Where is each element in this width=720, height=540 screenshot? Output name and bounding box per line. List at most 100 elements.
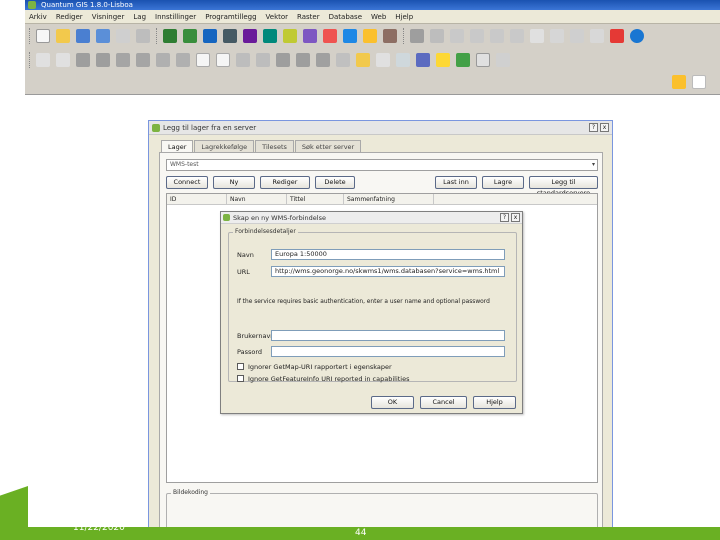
chevron-down-icon[interactable]: ▾ bbox=[592, 160, 595, 170]
cut-features-icon[interactable] bbox=[156, 53, 170, 67]
pin-labels-icon[interactable] bbox=[376, 53, 390, 67]
add-part-icon[interactable] bbox=[256, 53, 270, 67]
plugin-arrow-icon[interactable] bbox=[692, 75, 706, 89]
column-name[interactable]: Navn bbox=[227, 194, 287, 205]
add-default-servers-button[interactable]: Legg til standardservere bbox=[529, 176, 598, 197]
add-raster-layer-icon[interactable] bbox=[183, 29, 197, 43]
composer-manager-icon[interactable] bbox=[136, 29, 150, 43]
new-button[interactable]: Ny bbox=[213, 176, 255, 189]
text-annotation-icon[interactable] bbox=[456, 53, 470, 67]
web-icon[interactable] bbox=[630, 29, 644, 43]
add-wcs-layer-icon[interactable] bbox=[303, 29, 317, 43]
delete-button[interactable]: Delete bbox=[315, 176, 355, 189]
help-button[interactable]: Hjelp bbox=[473, 396, 516, 409]
toolbar-grip[interactable] bbox=[403, 28, 406, 44]
load-button[interactable]: Last inn bbox=[435, 176, 477, 189]
add-vector-layer-icon[interactable] bbox=[163, 29, 177, 43]
print-composer-icon[interactable] bbox=[116, 29, 130, 43]
pan-icon[interactable] bbox=[410, 29, 424, 43]
menu-item-raster[interactable]: Raster bbox=[297, 13, 320, 21]
menu-item-database[interactable]: Database bbox=[329, 13, 362, 21]
add-postgis-layer-icon[interactable] bbox=[203, 29, 217, 43]
remove-layer-icon[interactable] bbox=[383, 29, 397, 43]
split-features-icon[interactable] bbox=[316, 53, 330, 67]
menu-item-help[interactable]: Hjelp bbox=[395, 13, 413, 21]
merge-features-icon[interactable] bbox=[336, 53, 350, 67]
tab-server-search[interactable]: Søk etter server bbox=[294, 140, 362, 152]
menu-item-edit[interactable]: Rediger bbox=[56, 13, 83, 21]
toolbar-grip[interactable] bbox=[156, 28, 159, 44]
close-icon[interactable]: x bbox=[511, 213, 520, 222]
offset-curve-icon[interactable] bbox=[296, 53, 310, 67]
plugin-icon[interactable] bbox=[672, 75, 686, 89]
tab-tilesets[interactable]: Tilesets bbox=[255, 140, 294, 152]
zoom-out-icon[interactable] bbox=[470, 29, 484, 43]
node-tool-icon[interactable] bbox=[116, 53, 130, 67]
cancel-button[interactable]: Cancel bbox=[420, 396, 467, 409]
redo-icon[interactable] bbox=[56, 53, 70, 67]
zoom-in-icon[interactable] bbox=[450, 29, 464, 43]
measure-icon[interactable] bbox=[590, 29, 604, 43]
add-feature-icon[interactable] bbox=[76, 53, 90, 67]
refresh-icon[interactable] bbox=[550, 29, 564, 43]
help-icon[interactable]: ? bbox=[500, 213, 509, 222]
zoom-layer-icon[interactable] bbox=[510, 29, 524, 43]
annotation-icon[interactable] bbox=[436, 53, 450, 67]
save-as-icon[interactable] bbox=[96, 29, 110, 43]
zoom-last-icon[interactable] bbox=[530, 29, 544, 43]
tab-layers[interactable]: Lager bbox=[161, 140, 194, 152]
paste-features-icon[interactable] bbox=[196, 53, 210, 67]
server-select[interactable]: WMS-test ▾ bbox=[166, 159, 598, 171]
ignore-getfeatureinfo-checkbox[interactable] bbox=[237, 375, 244, 382]
connect-button[interactable]: Connect bbox=[166, 176, 208, 189]
copy-features-icon[interactable] bbox=[176, 53, 190, 67]
menu-item-settings[interactable]: Innstillinger bbox=[155, 13, 196, 21]
add-mssql-layer-icon[interactable] bbox=[243, 29, 257, 43]
delete-selected-icon[interactable] bbox=[136, 53, 150, 67]
save-project-icon[interactable] bbox=[76, 29, 90, 43]
ok-button[interactable]: OK bbox=[371, 396, 414, 409]
add-spatialite-layer-icon[interactable] bbox=[223, 29, 237, 43]
menu-item-plugins[interactable]: Programtillegg bbox=[205, 13, 256, 21]
new-shapefile-icon[interactable] bbox=[363, 29, 377, 43]
menu-item-file[interactable]: Arkiv bbox=[29, 13, 47, 21]
tab-layer-order[interactable]: Lagrekkefølge bbox=[194, 140, 255, 152]
move-feature-icon[interactable] bbox=[96, 53, 110, 67]
pan-to-selection-icon[interactable] bbox=[430, 29, 444, 43]
password-field[interactable] bbox=[271, 346, 505, 357]
reshape-icon[interactable] bbox=[276, 53, 290, 67]
toolbar-grip[interactable] bbox=[29, 28, 32, 44]
open-project-icon[interactable] bbox=[56, 29, 70, 43]
new-project-icon[interactable] bbox=[36, 29, 50, 43]
menu-item-vector[interactable]: Vektor bbox=[266, 13, 289, 21]
edit-button[interactable]: Rediger bbox=[260, 176, 310, 189]
toolbar-grip[interactable] bbox=[29, 52, 32, 68]
column-id[interactable]: ID bbox=[167, 194, 227, 205]
close-icon[interactable]: x bbox=[600, 123, 609, 132]
save-button[interactable]: Lagre bbox=[482, 176, 524, 189]
more-tools-icon[interactable] bbox=[496, 53, 510, 67]
add-ring-icon[interactable] bbox=[236, 53, 250, 67]
add-wms-layer-icon[interactable] bbox=[283, 29, 297, 43]
ignore-getmap-checkbox[interactable] bbox=[237, 363, 244, 370]
undo-icon[interactable] bbox=[36, 53, 50, 67]
label-tool-icon[interactable] bbox=[356, 53, 370, 67]
column-title[interactable]: Tittel bbox=[287, 194, 344, 205]
attribute-table-icon[interactable] bbox=[396, 53, 410, 67]
identify-icon[interactable] bbox=[570, 29, 584, 43]
add-wfs-layer-icon[interactable] bbox=[323, 29, 337, 43]
menu-item-web[interactable]: Web bbox=[371, 13, 386, 21]
menu-item-view[interactable]: Visninger bbox=[92, 13, 125, 21]
column-abstract[interactable]: Sammenfatning bbox=[344, 194, 434, 205]
add-oracle-layer-icon[interactable] bbox=[263, 29, 277, 43]
menu-item-layer[interactable]: Lag bbox=[133, 13, 146, 21]
field-calculator-icon[interactable] bbox=[416, 53, 430, 67]
simplify-feature-icon[interactable] bbox=[216, 53, 230, 67]
add-delimited-text-icon[interactable] bbox=[343, 29, 357, 43]
zoom-full-icon[interactable] bbox=[490, 29, 504, 43]
help-icon[interactable]: ? bbox=[589, 123, 598, 132]
url-field[interactable]: http://wms.geonorge.no/skwms1/wms.databa… bbox=[271, 266, 505, 277]
map-tips-icon[interactable] bbox=[610, 29, 624, 43]
form-annotation-icon[interactable] bbox=[476, 53, 490, 67]
name-field[interactable]: Europa 1:50000 bbox=[271, 249, 505, 260]
